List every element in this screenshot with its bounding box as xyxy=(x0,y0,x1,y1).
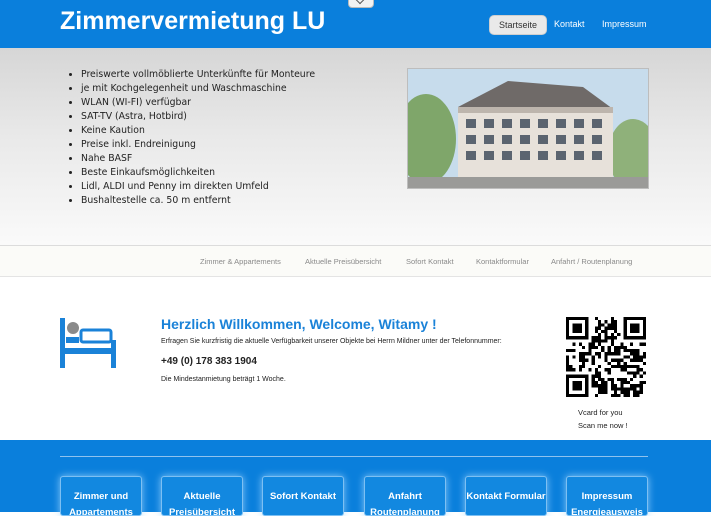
top-nav: Startseite Kontakt Impressum xyxy=(0,15,711,35)
nav-startseite[interactable]: Startseite xyxy=(489,15,548,35)
phone-number[interactable]: +49 (0) 178 383 1904 xyxy=(161,356,257,367)
subnav-preisuebersicht[interactable]: Aktuelle Preisübersicht xyxy=(305,257,381,266)
subnav-anfahrt[interactable]: Anfahrt / Routenplanung xyxy=(551,257,632,266)
feature-list: Preiswerte vollmöblierte Unterkünfte für… xyxy=(66,68,315,208)
scroll-to-top-handle[interactable] xyxy=(348,0,374,8)
footer-button-anfahrt[interactable]: Anfahrt Routenplanung xyxy=(364,476,446,516)
welcome-title: Herzlich Willkommen, Welcome, Witamy ! xyxy=(161,316,437,332)
header: Zimmervermietung LU Startseite Kontakt I… xyxy=(0,0,711,48)
subnav-kontaktformular[interactable]: Kontaktformular xyxy=(476,257,529,266)
feature-item: Bushaltestelle ca. 50 m entfernt xyxy=(81,194,315,208)
footer-button-zimmer[interactable]: Zimmer und Appartements xyxy=(60,476,142,516)
vcard-caption: Vcard for you Scan me now ! xyxy=(578,406,628,432)
feature-item: Lidl, ALDI und Penny im direkten Umfeld xyxy=(81,180,315,194)
subnav-sofort-kontakt[interactable]: Sofort Kontakt xyxy=(406,257,454,266)
feature-item: WLAN (WI-FI) verfügbar xyxy=(81,96,315,110)
feature-item: Beste Einkaufsmöglichkeiten xyxy=(81,166,315,180)
vcard-line-1: Vcard for you xyxy=(578,408,623,417)
nav-kontakt[interactable]: Kontakt xyxy=(554,15,585,33)
feature-item: SAT-TV (Astra, Hotbird) xyxy=(81,110,315,124)
feature-item: Preise inkl. Endreinigung xyxy=(81,138,315,152)
availability-text: Erfragen Sie kurzfristig die aktuelle Ve… xyxy=(161,338,502,345)
footer-button-sofort-kontakt[interactable]: Sofort Kontakt xyxy=(262,476,344,516)
secondary-nav: Zimmer & Appartements Aktuelle Preisüber… xyxy=(0,245,711,277)
bed-icon xyxy=(60,318,116,368)
qr-code xyxy=(566,317,646,397)
subnav-zimmer[interactable]: Zimmer & Appartements xyxy=(200,257,281,266)
feature-item: Preiswerte vollmöblierte Unterkünfte für… xyxy=(81,68,315,82)
feature-item: Keine Kaution xyxy=(81,124,315,138)
feature-item: Nahe BASF xyxy=(81,152,315,166)
minimum-stay-text: Die Mindestanmietung beträgt 1 Woche. xyxy=(161,376,286,383)
footer-divider xyxy=(60,456,648,457)
footer-button-impressum[interactable]: Impressum Energieausweis xyxy=(566,476,648,516)
feature-item: je mit Kochgelegenheit und Waschmaschine xyxy=(81,82,315,96)
footer-button-preisuebersicht[interactable]: Aktuelle Preisübersicht xyxy=(161,476,243,516)
nav-impressum[interactable]: Impressum xyxy=(602,15,647,33)
building-photo xyxy=(407,68,649,189)
footer-button-kontakt-formular[interactable]: Kontakt Formular xyxy=(465,476,547,516)
vcard-line-2: Scan me now ! xyxy=(578,421,628,430)
